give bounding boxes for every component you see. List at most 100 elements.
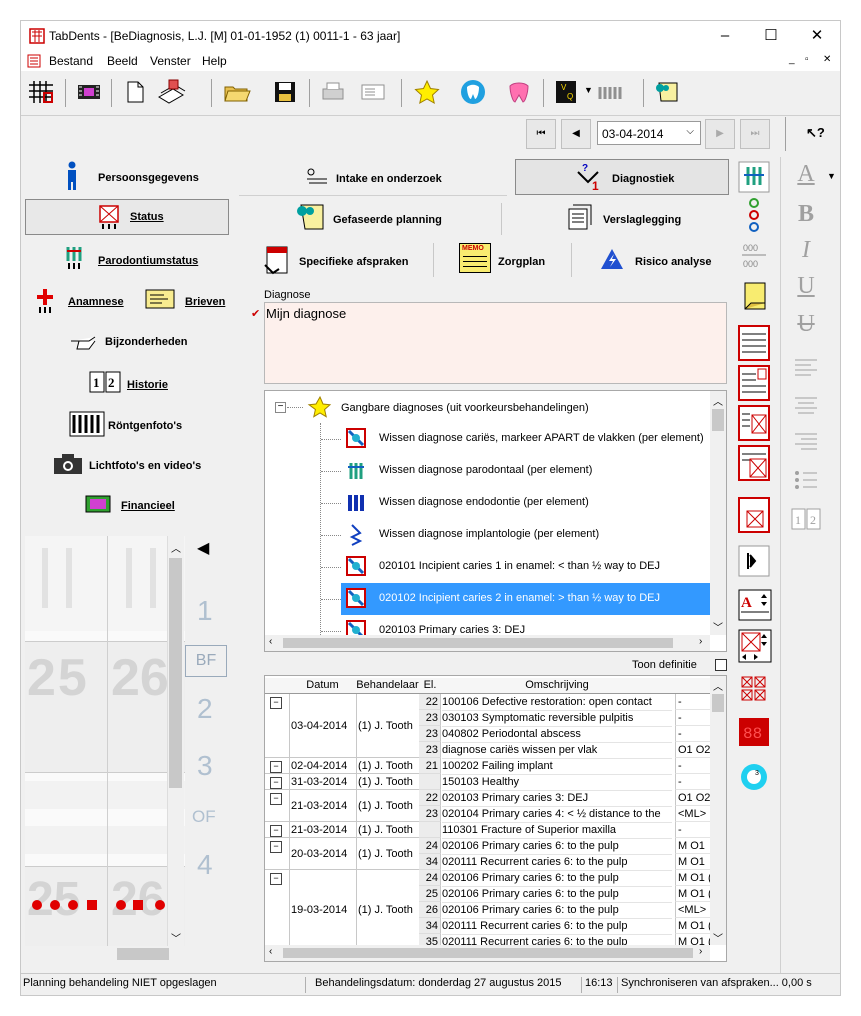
tree-item[interactable]: Wissen diagnose parodontaal (per element…: [265, 455, 711, 487]
cell-omschrijving[interactable]: 040802 Periodontal abscess: [442, 726, 672, 743]
tree-item[interactable]: Wissen diagnose cariës, markeer APART de…: [265, 423, 711, 455]
previous-date-button[interactable]: ◀: [561, 119, 591, 149]
maximize-button[interactable]: ☐: [748, 21, 794, 51]
film-icon[interactable]: [73, 77, 105, 107]
header-datum[interactable]: Datum: [289, 678, 357, 694]
tooth-chart-hscrollbar[interactable]: [25, 946, 185, 962]
align-left-icon[interactable]: [793, 357, 819, 377]
cell-omschrijving[interactable]: 020111 Recurrent caries 6: to the pulp: [442, 854, 672, 871]
last-date-button[interactable]: ⏭: [740, 119, 770, 149]
cell-omschrijving[interactable]: 110301 Fracture of Superior maxilla: [442, 822, 672, 839]
bf-button[interactable]: BF: [185, 645, 227, 677]
numbered-list-icon[interactable]: 12: [791, 507, 821, 531]
header-behandelaar[interactable]: Behandelaar: [356, 678, 420, 694]
tab-afspraken[interactable]: Specifieke afspraken: [239, 239, 433, 281]
group-expand-toggle[interactable]: −: [270, 873, 282, 885]
dots-tool-icon[interactable]: [738, 197, 770, 233]
tree-hscrollbar[interactable]: ‹ ›: [265, 635, 710, 651]
cell-omschrijving[interactable]: 020103 Primary caries 3: DEJ: [442, 790, 672, 807]
new-document-icon[interactable]: [119, 77, 151, 107]
header-omschrijving[interactable]: Omschrijving: [441, 678, 674, 694]
chart-form-icon-3[interactable]: [738, 405, 770, 441]
collapse-left-icon[interactable]: ◀: [197, 538, 209, 558]
cell-omschrijving[interactable]: 150103 Healthy: [442, 774, 672, 791]
cell-omschrijving[interactable]: diagnose cariës wissen per vlak: [442, 742, 672, 759]
chart-form-icon-5[interactable]: [738, 497, 770, 533]
cell-omschrijving[interactable]: 100202 Failing implant: [442, 758, 672, 775]
tree-root-label[interactable]: Gangbare diagnoses (uit voorkeursbehande…: [341, 402, 589, 414]
tab-verslag[interactable]: Verslaglegging: [521, 199, 729, 237]
cyan-badge-icon[interactable]: 3: [738, 761, 770, 793]
context-help-icon[interactable]: ↖?: [806, 125, 825, 141]
close-button[interactable]: ✕: [794, 21, 840, 51]
collapse-toggle-icon[interactable]: [738, 545, 770, 577]
grid-vscrollbar[interactable]: ︿ ﹀: [710, 676, 726, 945]
cell-omschrijving[interactable]: 020104 Primary caries 4: < ½ distance to…: [442, 806, 672, 823]
bold-icon[interactable]: B: [791, 201, 821, 228]
menu-bestand[interactable]: Bestand: [49, 54, 93, 68]
nav-parodontiumstatus[interactable]: Parodontiumstatus: [21, 239, 235, 279]
cell-omschrijving[interactable]: 030103 Symptomatic reversible pulpitis: [442, 710, 672, 727]
quadrant-1-label[interactable]: 1: [197, 595, 213, 627]
avq-icon[interactable]: VQ: [551, 77, 583, 107]
numbers-tool-icon[interactable]: 000 000: [738, 239, 770, 273]
tree-item-selected[interactable]: 020102 Incipient caries 2 in enamel: > t…: [265, 583, 711, 615]
strikethrough-icon[interactable]: U: [791, 311, 821, 338]
teeth-row-icon[interactable]: [595, 77, 627, 107]
tab-intake[interactable]: Intake en onderzoek: [239, 159, 507, 196]
of-label[interactable]: OF: [192, 807, 216, 827]
tree-item[interactable]: Wissen diagnose endodontie (per element): [265, 487, 711, 519]
nav-anamnese[interactable]: Anamnese: [21, 279, 133, 319]
nav-persoonsgegevens[interactable]: Persoonsgegevens: [21, 157, 235, 197]
nav-bijzonderheden[interactable]: Bijzonderheden: [21, 323, 235, 361]
tab-diagnostiek[interactable]: ? 1 Diagnostiek: [515, 159, 729, 195]
quadrant-3-label[interactable]: 3: [197, 750, 213, 782]
cell-omschrijving[interactable]: 020111 Recurrent caries 6: to the pulp: [442, 918, 672, 935]
print-preview-icon[interactable]: [357, 77, 389, 107]
tree-item[interactable]: 020101 Incipient caries 1 in enamel: < t…: [265, 551, 711, 583]
cell-omschrijving[interactable]: 020106 Primary caries 6: to the pulp: [442, 838, 672, 855]
tree-item[interactable]: Wissen diagnose implantologie (per eleme…: [265, 519, 711, 551]
grid-hscrollbar[interactable]: ‹ ›: [265, 945, 710, 961]
group-expand-toggle[interactable]: −: [270, 777, 282, 789]
text-format-tool-icon[interactable]: A: [738, 589, 772, 621]
tree-collapse-toggle[interactable]: −: [275, 402, 286, 413]
quadrant-4-label[interactable]: 4: [197, 849, 213, 881]
print-icon[interactable]: [317, 77, 349, 107]
grid-chart-icon[interactable]: [25, 77, 57, 107]
tree-vscrollbar[interactable]: ︿ ﹀: [710, 391, 726, 635]
tooth-form-tool-icon[interactable]: [738, 629, 772, 663]
group-expand-toggle[interactable]: −: [270, 825, 282, 837]
cell-omschrijving[interactable]: 020106 Primary caries 6: to the pulp: [442, 870, 672, 887]
diagnosis-history-table[interactable]: Datum Behandelaar El. Omschrijving −03-0…: [264, 675, 727, 962]
cell-omschrijving[interactable]: 020106 Primary caries 6: to the pulp: [442, 886, 672, 903]
tab-planning[interactable]: Gefaseerde planning: [239, 199, 499, 237]
grid-x-tool-icon[interactable]: [740, 675, 768, 703]
italic-icon[interactable]: I: [791, 237, 821, 264]
date-select[interactable]: 03-04-2014 ⌵: [597, 121, 701, 145]
tooth-blue-icon[interactable]: [457, 77, 489, 107]
group-expand-toggle[interactable]: −: [270, 841, 282, 853]
nav-financieel[interactable]: Financieel: [21, 487, 235, 525]
group-expand-toggle[interactable]: −: [270, 697, 282, 709]
font-color-dropdown-icon[interactable]: ▼: [827, 171, 836, 181]
planning-scroll-icon[interactable]: [651, 77, 683, 107]
digital-display-icon[interactable]: 88: [738, 717, 770, 747]
menu-venster[interactable]: Venster: [150, 54, 191, 68]
menu-beeld[interactable]: Beeld: [107, 54, 138, 68]
chart-form-icon-4[interactable]: [738, 445, 770, 481]
stamp-docs-icon[interactable]: [155, 77, 187, 107]
save-icon[interactable]: [269, 77, 301, 107]
align-right-icon[interactable]: [793, 431, 819, 451]
scroll-up-icon[interactable]: ︿: [171, 540, 181, 555]
dropdown-arrow-icon[interactable]: ▼: [584, 85, 593, 95]
nav-status[interactable]: Status: [25, 199, 229, 235]
tooth-chart-scrollbar[interactable]: ︿ ﹀: [167, 536, 184, 946]
tab-zorgplan[interactable]: MEMO Zorgplan: [441, 239, 571, 281]
next-date-button[interactable]: ▶: [705, 119, 735, 149]
tab-risico[interactable]: Risico analyse: [577, 239, 729, 281]
header-element[interactable]: El.: [419, 678, 442, 694]
diagnose-textarea[interactable]: Mijn diagnose: [264, 302, 727, 384]
group-expand-toggle[interactable]: −: [270, 761, 282, 773]
underline-icon[interactable]: U: [791, 273, 821, 300]
